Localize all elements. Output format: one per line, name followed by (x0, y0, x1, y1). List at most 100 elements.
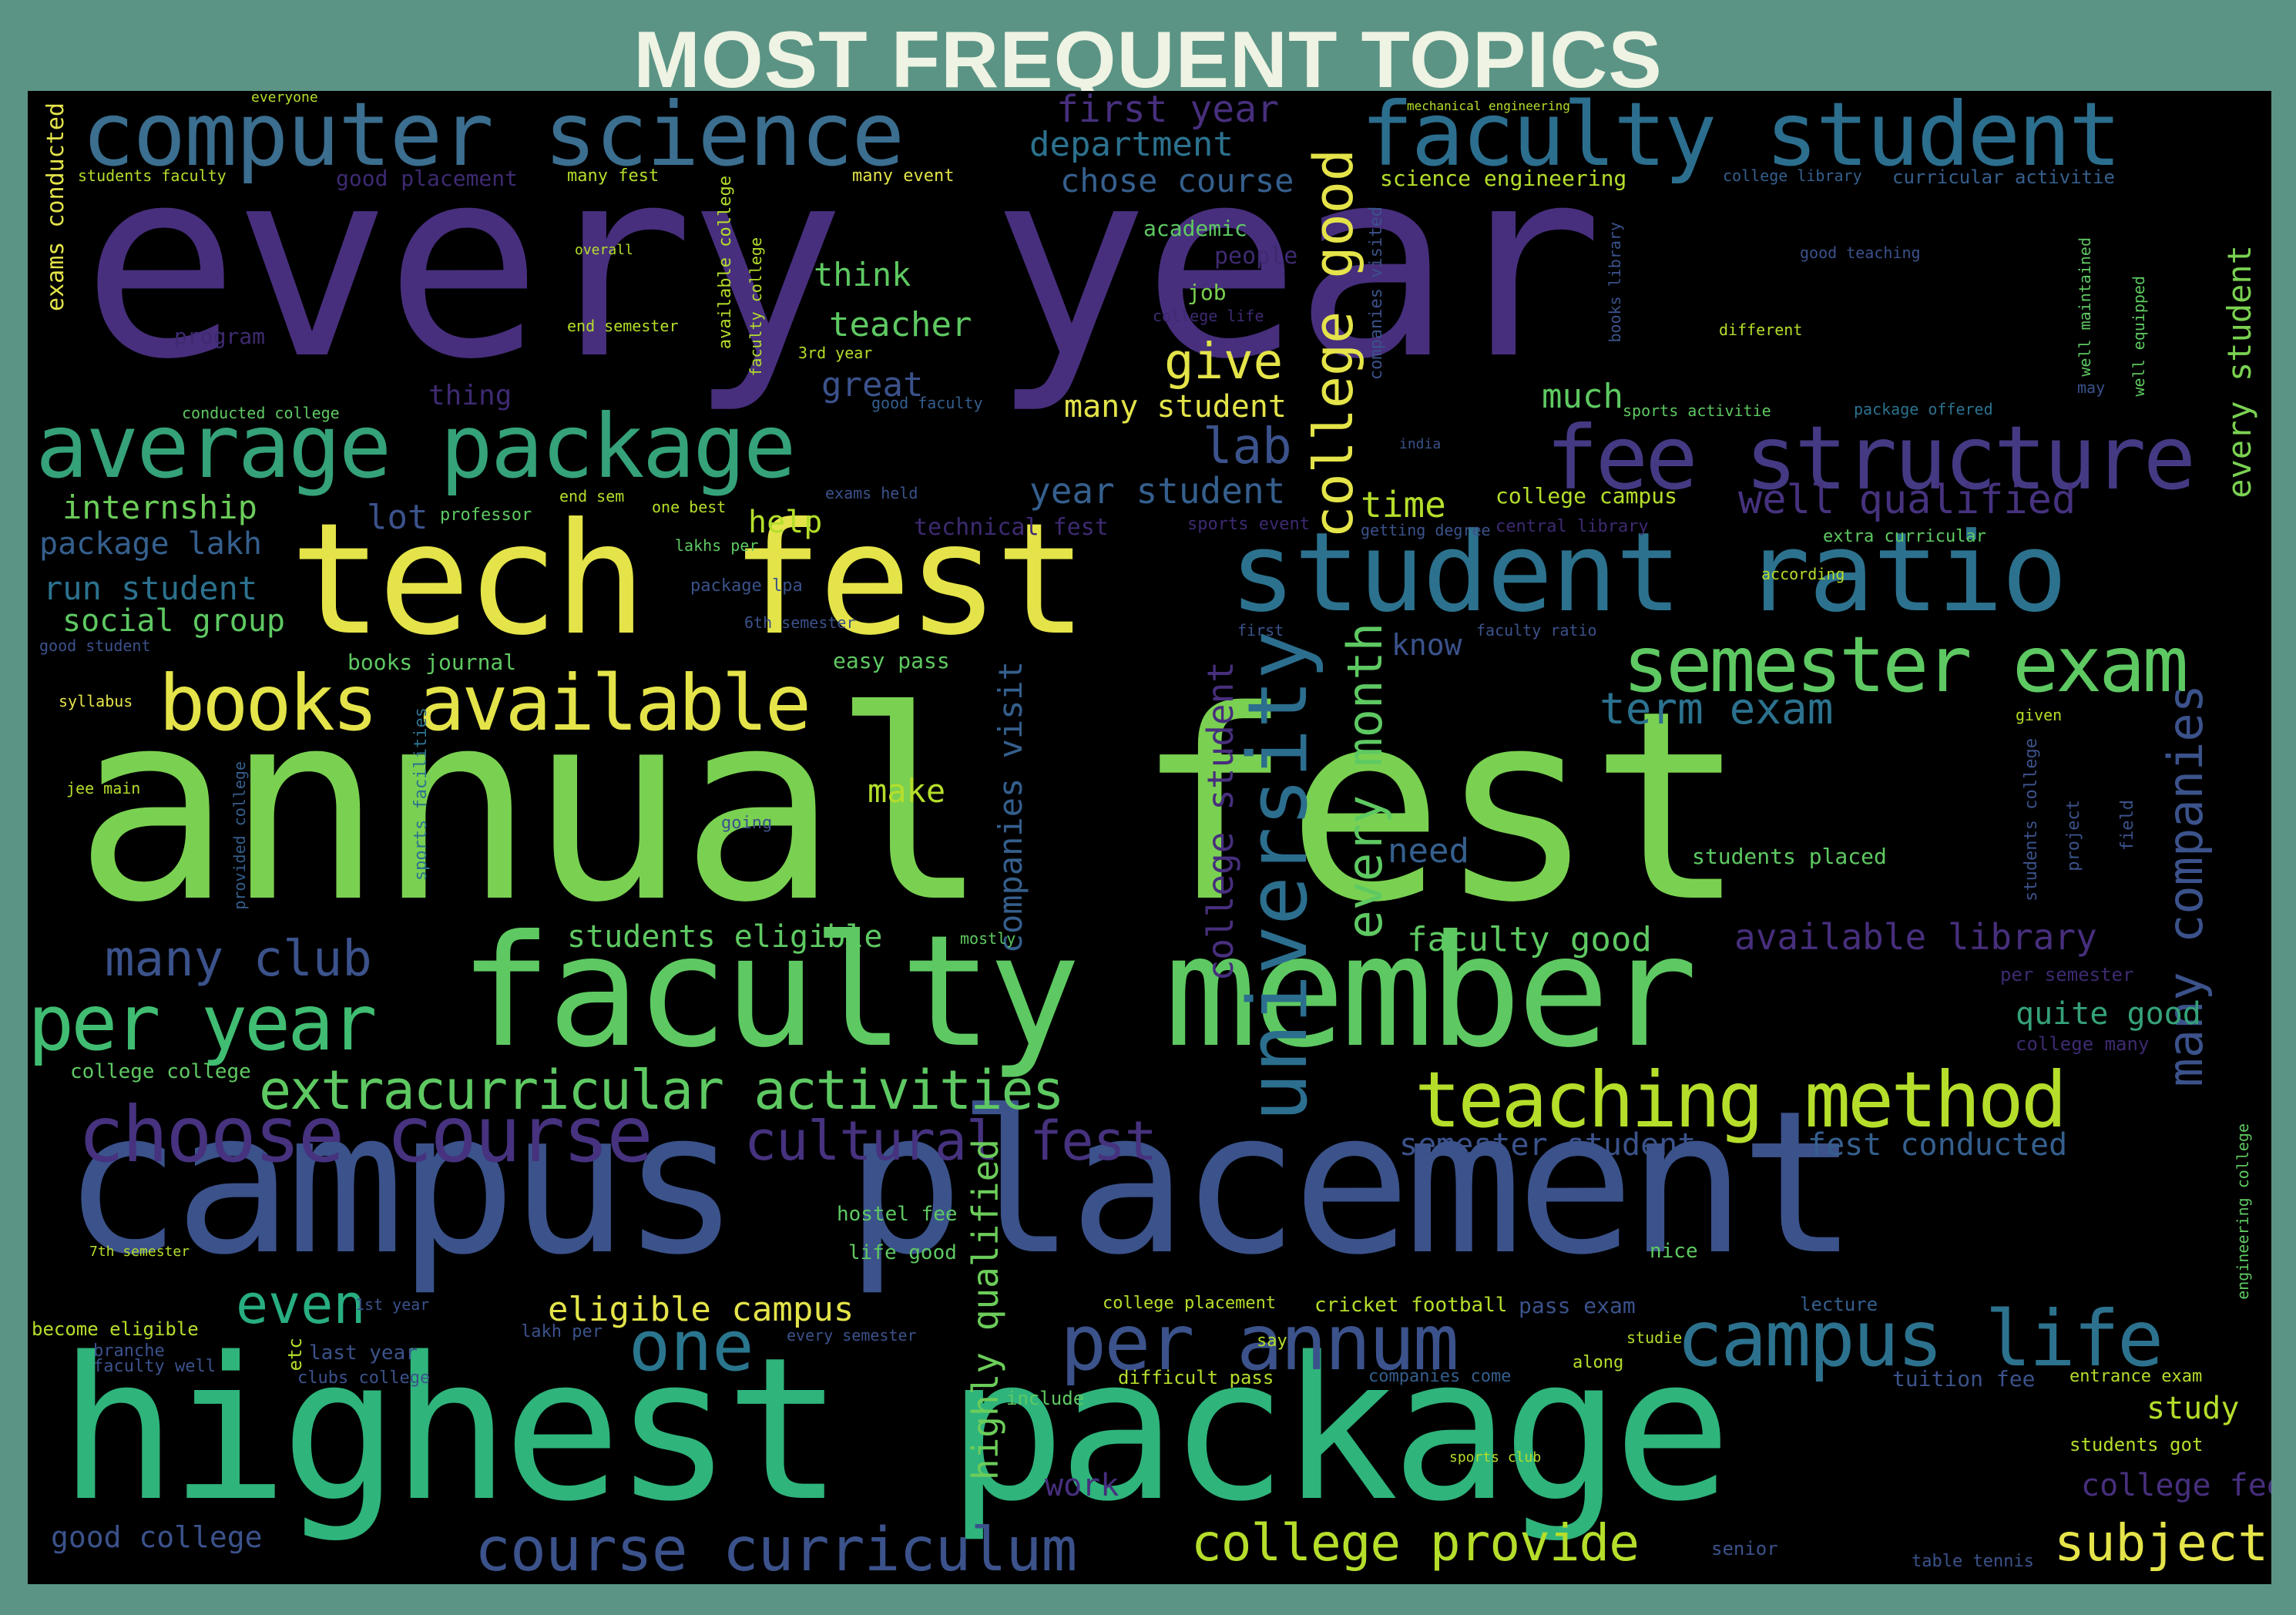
word-thing: thing (428, 380, 512, 411)
word-give: give (1164, 334, 1284, 391)
word-study: study (2147, 1391, 2240, 1426)
word-etc: etc (284, 1338, 306, 1372)
word-term-exam: term exam (1599, 684, 1834, 734)
word-faculty-ratio: faculty ratio (1476, 621, 1597, 640)
word-university: university (1230, 630, 1325, 1123)
word-college-campus: college campus (1495, 483, 1678, 509)
word-may: may (2077, 378, 2106, 397)
word-exams-conducted: exams conducted (42, 102, 69, 311)
word-every-semester: every semester (787, 1326, 917, 1345)
word-pass-exam: pass exam (1519, 1293, 1636, 1318)
word-many-event: many event (852, 166, 955, 186)
word-every-month: every month (1337, 623, 1393, 939)
word-year-student: year student (1029, 470, 1286, 512)
word-books-library: books library (1606, 222, 1624, 343)
word-even: even (236, 1273, 366, 1336)
word-college-provide: college provide (1191, 1513, 1640, 1573)
word-different: different (1719, 321, 1803, 339)
word-according: according (1761, 565, 1845, 583)
word-course-curriculum: course curriculum (475, 1516, 1077, 1584)
word-students-placed: students placed (1692, 844, 1887, 869)
word-6th-semester: 6th semester (744, 613, 856, 632)
word-many-student: many student (1064, 389, 1287, 425)
word-end-semester: end semester (567, 317, 679, 335)
word-become-eligible: become eligible (32, 1318, 199, 1340)
word-fest-conducted: fest conducted (1808, 1127, 2068, 1163)
word-syllabus: syllabus (59, 692, 133, 710)
word-college-student: college student (1200, 661, 1241, 982)
word-cultural-fest: cultural fest (744, 1110, 1157, 1173)
word-conducted-college: conducted college (182, 404, 340, 422)
word-cloud: every year annual fest campus placement … (28, 91, 2271, 1584)
word-know: know (1391, 628, 1462, 662)
word-job: job (1187, 280, 1227, 305)
word-7th-semester: 7th semester (89, 1244, 190, 1260)
word-per-semester: per semester (2000, 964, 2134, 985)
word-engineering-college: engineering college (2234, 1123, 2252, 1300)
word-think: think (814, 256, 911, 294)
word-students-college: students college (2022, 738, 2041, 902)
word-given: given (2016, 706, 2063, 724)
word-hostel-fee: hostel fee (837, 1203, 958, 1226)
word-students-eligible: students eligible (567, 919, 883, 955)
word-college-fee: college fee (2081, 1468, 2271, 1503)
word-senior: senior (1711, 1538, 1778, 1560)
word-cricket-football: cricket football (1314, 1294, 1508, 1317)
word-project: project (2064, 800, 2083, 871)
word-difficult-pass: difficult pass (1118, 1367, 1274, 1388)
word-along: along (1573, 1353, 1624, 1372)
word-sports-facilities: sports facilities (411, 707, 431, 881)
word-faculty-college: faculty college (747, 237, 765, 377)
word-first: first (1237, 621, 1284, 640)
word-going: going (721, 814, 773, 833)
word-internship: internship (62, 489, 257, 526)
word-chose-course: chose course (1060, 162, 1294, 200)
word-table-tennis: table tennis (1912, 1552, 2034, 1571)
word-exams-held: exams held (825, 484, 918, 502)
word-every-student: every student (2220, 245, 2258, 499)
word-well-qualified: well qualified (1738, 477, 2076, 523)
word-package-lakh: package lakh (39, 526, 262, 562)
word-college-good: college good (1302, 149, 1365, 539)
word-central-library: central library (1495, 517, 1649, 536)
word-need: need (1388, 831, 1469, 871)
word-semester-student: semester student (1399, 1127, 1697, 1163)
word-students-got: students got (2069, 1434, 2204, 1456)
word-much: much (1542, 377, 1623, 416)
word-highly-qualified: highly qualified (965, 1139, 1006, 1481)
word-department: department (1029, 125, 1234, 164)
word-mostly: mostly (960, 929, 1016, 948)
word-entrance-exam: entrance exam (2069, 1367, 2203, 1386)
word-books-available: books available (159, 658, 811, 748)
word-lot: lot (367, 498, 428, 537)
word-students-faculty: students faculty (78, 166, 227, 185)
word-curricular-activitie: curricular activitie (1892, 166, 2115, 188)
word-nice: nice (1650, 1240, 1698, 1263)
word-first-year: first year (1056, 91, 1279, 131)
word-time: time (1361, 484, 1446, 525)
word-companies-visit: companies visit (992, 661, 1029, 954)
word-say: say (1257, 1331, 1287, 1351)
word-books-journal: books journal (347, 650, 517, 675)
word-well-maintained: well maintained (2076, 237, 2094, 377)
word-average-package: average package (35, 395, 797, 498)
word-life-good: life good (848, 1241, 957, 1264)
word-good-placement: good placement (336, 166, 519, 191)
word-1st-year: 1st year (355, 1295, 430, 1314)
word-india: india (1399, 436, 1442, 452)
word-package-lpa: package lpa (690, 576, 803, 596)
word-sports-club: sports club (1449, 1449, 1542, 1466)
word-quite-good: quite good (2016, 996, 2201, 1032)
word-teacher: teacher (829, 305, 972, 344)
word-getting-degree: getting degree (1361, 521, 1491, 539)
word-subject: subject (2054, 1513, 2269, 1573)
word-college-library: college library (1723, 166, 1862, 185)
word-mechanical-engineering: mechanical engineering (1407, 99, 1570, 113)
word-sports-activitie: sports activitie (1623, 401, 1771, 420)
word-per-year: per year (28, 978, 378, 1068)
word-3rd-year: 3rd year (798, 344, 873, 362)
word-work: work (1045, 1468, 1119, 1503)
word-college-many: college many (2016, 1033, 2150, 1055)
word-good-college: good college (51, 1520, 263, 1554)
word-overall: overall (575, 242, 633, 258)
